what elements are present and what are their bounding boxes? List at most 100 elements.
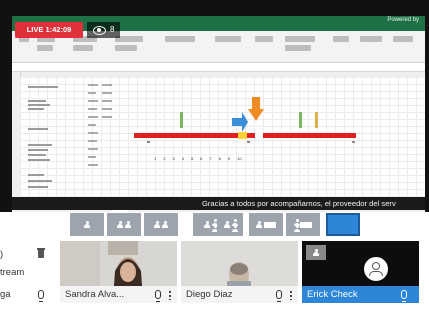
participant-name: Sandra Alva... (65, 289, 125, 300)
cell-text (247, 141, 250, 143)
cell-text (28, 186, 48, 188)
ribbon-tool (73, 45, 93, 51)
layout-option-person-wide[interactable] (249, 213, 283, 236)
eye-icon (93, 25, 106, 35)
person-icon (212, 225, 218, 232)
numeric-column (88, 84, 116, 184)
person-icon (232, 219, 238, 226)
partial-text: ga (0, 289, 11, 300)
participant-tile[interactable]: Diego Diaz (181, 241, 298, 303)
cell-text (28, 159, 50, 161)
tile-footer: Erick Check (302, 286, 419, 303)
cell-text (28, 154, 46, 156)
ribbon-tool (285, 36, 315, 42)
person-icon (204, 220, 210, 229)
ribbon-tool (115, 45, 137, 51)
mic-icon[interactable] (276, 290, 282, 302)
cell-text (88, 140, 97, 142)
sheet-digit-row: 1 2 3 4 5 6 7 8 9 10 (154, 156, 242, 161)
more-options-icon[interactable] (169, 289, 171, 300)
ribbon-tool (215, 36, 241, 42)
cell-text (28, 108, 44, 110)
layout-option-two[interactable] (107, 213, 141, 236)
cell-text (102, 116, 112, 118)
participant-video (181, 241, 298, 286)
cell-text (352, 141, 355, 143)
green-marker (180, 112, 183, 128)
worksheet: 1 2 3 4 5 6 7 8 9 10 (12, 72, 425, 201)
more-options-icon[interactable] (290, 289, 292, 300)
tile-footer: Sandra Alva... (60, 286, 177, 303)
layout-option-three[interactable] (144, 213, 178, 236)
cell-text (28, 180, 52, 182)
participants-row: ) tream ga Sandra Alva... Diego Diaz Eri… (0, 241, 429, 312)
mini-stack (232, 219, 238, 232)
sheet-digit: 6 (200, 156, 203, 161)
viewer-count: 8 (110, 25, 115, 34)
highlighted-cell (238, 132, 247, 139)
cell-text (28, 149, 48, 151)
person-icon (117, 220, 123, 229)
person-icon (162, 220, 168, 229)
layout-option-screen-active[interactable] (326, 213, 360, 236)
orange-arrow-icon (248, 97, 264, 121)
cell-text (88, 132, 98, 134)
person-icon (84, 220, 90, 229)
cell-text (88, 148, 98, 150)
participant-tile[interactable]: Sandra Alva... (60, 241, 177, 303)
partial-text: ) (0, 249, 4, 260)
cell-text (88, 92, 96, 94)
left-data-block (28, 82, 84, 190)
participant-tile-active[interactable]: Erick Check (302, 241, 419, 303)
screen-icon (264, 221, 276, 228)
person-icon (294, 219, 300, 226)
cell-text (88, 100, 98, 102)
cell-text (102, 108, 112, 110)
person-icon (224, 220, 230, 229)
sheet-digit: 7 (209, 156, 212, 161)
shared-spreadsheet: Powered by 1 2 3 4 5 6 7 8 9 10 (12, 16, 425, 212)
ribbon-tool (37, 45, 53, 51)
partial-participant-tile: ) tream ga (0, 241, 55, 303)
mic-icon[interactable] (401, 290, 407, 302)
sheet-digit: 10 (237, 156, 242, 161)
cell-text (28, 128, 48, 130)
yellow-marker (315, 112, 318, 128)
ribbon-tool (393, 36, 413, 42)
camera-off-badge (306, 245, 326, 260)
green-marker (299, 112, 302, 128)
mic-icon[interactable] (38, 290, 44, 302)
ribbon-tool (255, 36, 273, 42)
cell-text (88, 108, 97, 110)
sheet-digit: 9 (227, 156, 231, 161)
participant-name: Diego Diaz (186, 289, 233, 300)
cell-text (88, 124, 96, 126)
viewer-count-badge: 8 (87, 22, 121, 38)
cell-text (28, 174, 44, 176)
layout-option-single[interactable] (70, 213, 104, 236)
mini-stack (212, 219, 218, 232)
live-timer-badge: LIVE 1:42:09 (15, 22, 83, 38)
row-labels (147, 141, 357, 145)
trash-icon[interactable] (37, 248, 45, 258)
sheet-digit: 2 (163, 156, 166, 161)
layout-selector (0, 212, 429, 239)
cell-text (102, 92, 112, 94)
formula-bar (12, 63, 425, 72)
sheet-digit: 5 (190, 156, 194, 161)
cell-text (28, 86, 58, 88)
cell-text (102, 84, 112, 86)
person-icon (154, 220, 160, 229)
layout-option-person-stack[interactable] (217, 213, 243, 236)
ribbon-tool (333, 36, 349, 42)
mic-icon[interactable] (155, 290, 161, 302)
cell-text (88, 116, 98, 118)
avatar (364, 257, 388, 281)
cell-text (147, 141, 150, 143)
cell-text (28, 104, 50, 106)
screen-icon (300, 221, 312, 228)
sheet-digit: 4 (181, 156, 184, 161)
tile-footer: Diego Diaz (181, 286, 298, 303)
layout-option-stack-wide[interactable] (286, 213, 320, 236)
cell-text (88, 164, 98, 166)
